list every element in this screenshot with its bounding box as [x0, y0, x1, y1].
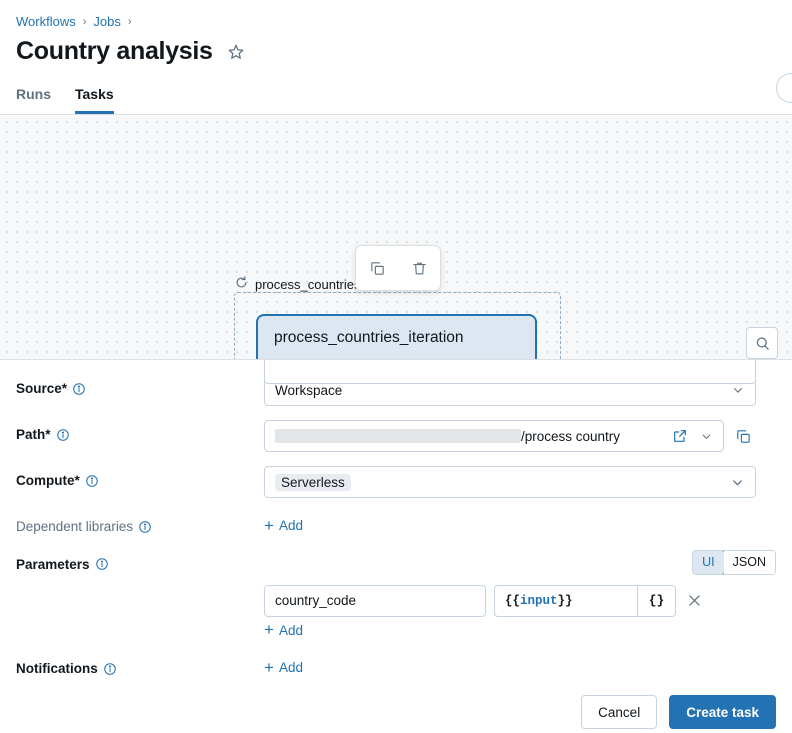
dependent-libraries-control: + Add	[264, 512, 776, 536]
breadcrumb-separator: ›	[128, 14, 132, 30]
info-icon[interactable]	[95, 557, 109, 571]
parameters-header: UI JSON	[264, 550, 776, 575]
source-label-group: Source*	[16, 374, 264, 396]
tab-runs[interactable]: Runs	[16, 80, 51, 114]
compute-value: Serverless	[275, 474, 351, 491]
source-label: Source*	[16, 381, 67, 396]
dependent-libraries-label-group: Dependent libraries	[16, 512, 264, 534]
canvas-floating-button[interactable]	[776, 73, 792, 103]
parameter-value-prefix: {{	[505, 594, 520, 608]
toggle-option-json[interactable]: JSON	[724, 551, 775, 574]
add-dependent-library-label: Add	[279, 518, 303, 533]
search-icon[interactable]	[746, 327, 778, 359]
notifications-label-group: Notifications	[16, 654, 264, 676]
parameter-value-field: {{input}} {}	[494, 585, 676, 617]
tab-bar: Runs Tasks	[0, 80, 792, 115]
plus-icon: +	[264, 519, 274, 533]
compute-value-wrap: Serverless	[275, 475, 730, 490]
trash-icon[interactable]	[408, 257, 431, 280]
path-value-redacted	[275, 429, 521, 443]
info-icon[interactable]	[56, 428, 70, 442]
duplicate-icon[interactable]	[366, 257, 389, 280]
parameter-key-input[interactable]: country_code	[264, 585, 486, 617]
canvas-controls	[746, 327, 778, 360]
parameter-value-suffix: }}	[558, 594, 573, 608]
compute-select[interactable]: Serverless	[264, 466, 756, 498]
task-node-title: process_countries_iteration	[274, 328, 519, 348]
breadcrumb-item-jobs[interactable]: Jobs	[93, 14, 120, 30]
info-icon[interactable]	[72, 382, 86, 396]
copy-path-icon[interactable]	[730, 422, 756, 450]
cancel-button[interactable]: Cancel	[581, 695, 657, 729]
parameter-value-input[interactable]: {{input}}	[495, 594, 637, 608]
external-link-icon[interactable]	[667, 422, 693, 450]
add-parameter-label: Add	[279, 623, 303, 638]
loop-group-label: process_countries	[234, 275, 361, 293]
add-notification-label: Add	[279, 660, 303, 675]
page-title: Country analysis	[16, 37, 213, 66]
title-row: Country analysis	[16, 37, 776, 66]
path-value-suffix: /process country	[521, 429, 620, 444]
plus-icon: +	[264, 623, 274, 637]
node-toolbar	[355, 245, 441, 291]
insert-variable-button[interactable]: {}	[637, 586, 675, 616]
source-value: Workspace	[275, 383, 731, 398]
parameter-value-key: input	[520, 594, 558, 608]
form-row-parameters: Parameters UI JSON country_code {{input}…	[16, 536, 776, 641]
info-icon[interactable]	[85, 474, 99, 488]
chevron-down-icon[interactable]	[693, 422, 719, 450]
path-input[interactable]: /process country	[264, 420, 724, 452]
compute-label: Compute*	[16, 473, 80, 488]
compute-control: Serverless	[264, 466, 776, 498]
task-node-process-countries-iteration[interactable]: process_countries_iteration /process cou…	[256, 314, 537, 360]
parameter-row: country_code {{input}} {}	[264, 585, 776, 617]
dependent-libraries-label: Dependent libraries	[16, 519, 133, 534]
parameters-control: UI JSON country_code {{input}} {} + Ad	[264, 550, 776, 641]
notifications-label: Notifications	[16, 661, 98, 676]
form-row-notifications: Notifications + Add	[16, 640, 776, 678]
tab-tasks[interactable]: Tasks	[75, 80, 114, 114]
path-control: /process country	[264, 420, 776, 452]
page-header: Workflows › Jobs › Country analysis	[0, 0, 792, 66]
breadcrumb-separator: ›	[83, 14, 87, 30]
clipped-field-above[interactable]	[264, 360, 756, 384]
task-form: Source* Workspace Path*	[0, 360, 792, 679]
star-icon[interactable]	[227, 43, 245, 61]
plus-icon: +	[264, 661, 274, 675]
breadcrumb: Workflows › Jobs ›	[16, 14, 776, 30]
loop-icon	[234, 275, 249, 293]
toggle-option-ui[interactable]: UI	[692, 550, 725, 575]
chevron-down-icon	[730, 475, 745, 490]
parameters-label: Parameters	[16, 557, 90, 572]
loop-group-name: process_countries	[255, 277, 361, 292]
info-icon[interactable]	[103, 662, 117, 676]
add-notification-button[interactable]: + Add	[264, 654, 303, 675]
parameters-view-toggle: UI JSON	[692, 550, 776, 575]
path-label-group: Path*	[16, 420, 264, 442]
create-task-button[interactable]: Create task	[669, 695, 776, 729]
remove-parameter-icon[interactable]	[684, 590, 705, 611]
task-graph-canvas[interactable]: process_countries process_countries_iter…	[0, 115, 792, 360]
form-row-path: Path* /process country	[16, 406, 776, 452]
form-footer: Cancel Create task	[0, 679, 792, 733]
breadcrumb-item-workflows[interactable]: Workflows	[16, 14, 76, 30]
path-label: Path*	[16, 427, 51, 442]
form-row-compute: Compute* Serverless	[16, 452, 776, 498]
notifications-control: + Add	[264, 654, 776, 678]
chevron-down-icon	[731, 383, 745, 397]
parameters-label-group: Parameters	[16, 550, 264, 572]
info-icon[interactable]	[138, 520, 152, 534]
compute-label-group: Compute*	[16, 466, 264, 488]
form-row-dependent-libraries: Dependent libraries + Add	[16, 498, 776, 536]
path-value: /process country	[275, 429, 667, 444]
add-dependent-library-button[interactable]: + Add	[264, 512, 303, 533]
add-parameter-button[interactable]: + Add	[264, 617, 303, 638]
